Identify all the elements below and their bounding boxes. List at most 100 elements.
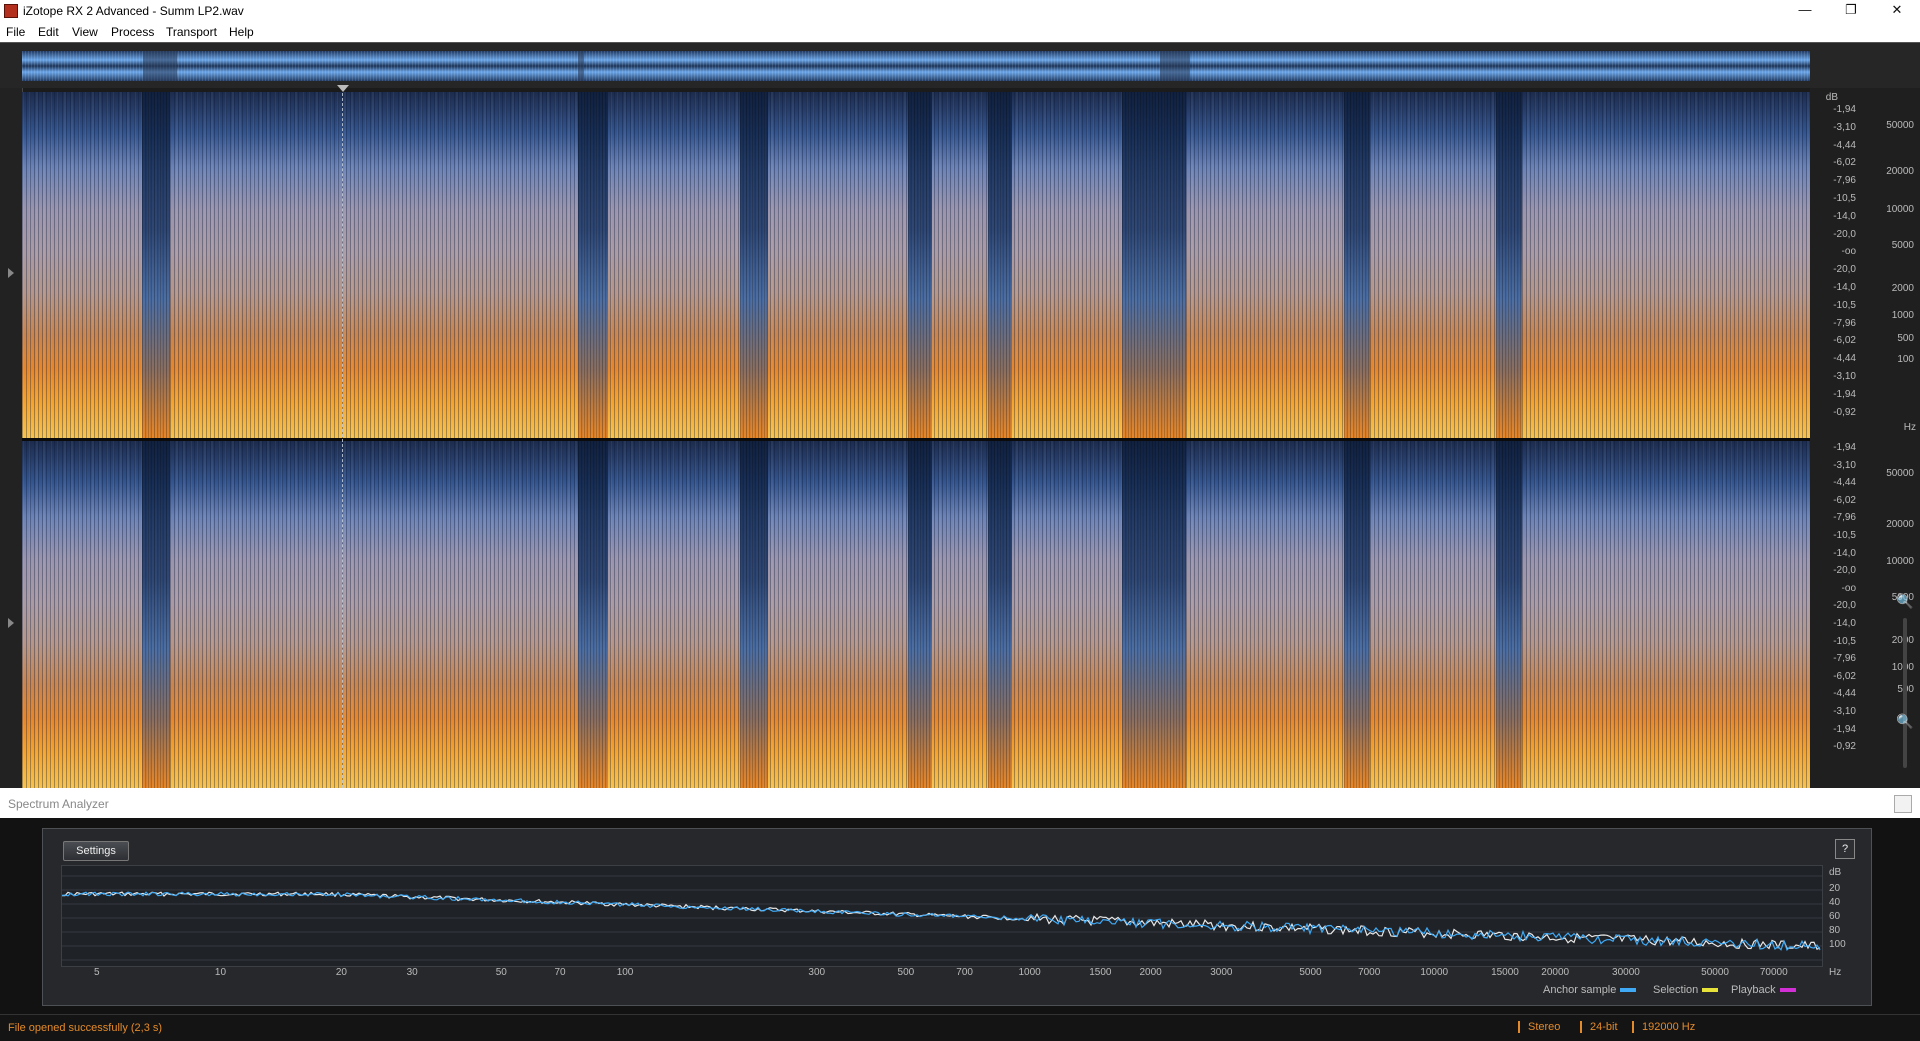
spectrum-analyzer-panel: Settings ? dB 20 40 60 80 100 5 10 20 30 50 70 100…	[42, 828, 1872, 1006]
close-button[interactable]: ✕	[1874, 0, 1920, 22]
status-channels: Stereo	[1518, 1021, 1560, 1033]
spectrum-hz-label: 5000	[1299, 967, 1322, 978]
legend-playback: Playback	[1731, 984, 1796, 996]
spectrum-hz-label: 10	[214, 967, 227, 978]
playhead-marker[interactable]	[337, 85, 349, 92]
db-label: -1,94	[1833, 442, 1856, 453]
fade-region	[142, 441, 170, 788]
spectrum-hz-label: 15000	[1491, 967, 1519, 978]
db-scale-right: -1,94 -3,10 -4,44 -6,02 -7,96 -10,5 -14,0 -20,0…	[1810, 440, 1862, 788]
fade-region	[988, 441, 1012, 788]
help-button[interactable]: ?	[1835, 839, 1855, 859]
frequency-zoom-slider[interactable]	[1903, 618, 1907, 768]
spectrum-hz-label: 7000	[1358, 967, 1381, 978]
channel-selector-bar[interactable]	[0, 88, 23, 788]
settings-button[interactable]: Settings	[63, 841, 129, 861]
fade-region	[142, 92, 170, 438]
spectrum-hz-label: 70	[554, 967, 566, 978]
spectrum-hz-label: 5	[93, 967, 100, 978]
menu-edit[interactable]: Edit	[38, 25, 59, 39]
spectrum-hz-label: 2000	[1139, 967, 1162, 978]
fade-region	[988, 92, 1012, 438]
spectrum-analyzer-title: Spectrum Analyzer	[8, 797, 109, 811]
spectrum-db-scale: dB 20 40 60 80 100	[1823, 865, 1863, 965]
spectrum-hz-label: 3000	[1210, 967, 1233, 978]
status-sample-rate: 192000 Hz	[1632, 1021, 1695, 1033]
spectrum-hz-label: 70000	[1759, 967, 1788, 978]
db-label: -1,94	[1833, 723, 1856, 735]
db-label: -3,10	[1833, 121, 1856, 133]
spectrum-hz-label: 50000	[1701, 967, 1729, 978]
hz-label: 20000	[1886, 166, 1914, 177]
channel-1-marker[interactable]	[8, 268, 14, 278]
fade-region	[578, 92, 608, 438]
fade-region	[1344, 441, 1370, 788]
legend-anchor-label: Anchor sample	[1543, 984, 1617, 996]
hz-label: 1000	[1891, 310, 1914, 321]
db-label: -4,44	[1833, 477, 1856, 489]
minimize-button[interactable]: —	[1782, 0, 1828, 22]
spectrum-hz-label: 10000	[1420, 967, 1449, 978]
spectrogram-channel-right[interactable]	[22, 441, 1810, 788]
spectrum-hz-label: 30	[406, 967, 418, 978]
menu-process[interactable]: Process	[111, 25, 154, 39]
fade-region	[740, 441, 768, 788]
hz-label: 20000	[1886, 519, 1914, 530]
db-label: -6,02	[1833, 335, 1856, 347]
menu-file[interactable]: File	[6, 25, 25, 39]
overview-waveform[interactable]	[22, 51, 1810, 81]
spectrum-hz-label: 500	[897, 967, 915, 978]
hz-scale-top: 50000 20000 10000 5000 2000 1000 500 100 Hz	[1862, 88, 1920, 440]
hz-label: 10000	[1886, 204, 1914, 215]
db-label: -7,96	[1833, 653, 1856, 665]
legend-anchor-swatch	[1620, 988, 1637, 993]
spectrogram-view[interactable]: dB -1,94 -3,10 -4,44 -6,02 -7,96 -10,5 -14,0 -2…	[0, 85, 1920, 788]
fade-region	[578, 441, 608, 788]
db-label: -1,94	[1833, 388, 1856, 400]
restore-button[interactable]: ❐	[1828, 0, 1874, 22]
fade-region	[1496, 441, 1522, 788]
waveform-overview[interactable]	[0, 42, 1920, 89]
fade-region	[908, 92, 932, 438]
menu-bar: File Edit View Process Transport Help	[0, 22, 1920, 42]
menu-view[interactable]: View	[72, 25, 98, 39]
overview-gap	[578, 51, 584, 81]
status-bit-depth: 24-bit	[1580, 1021, 1618, 1033]
hz-label: 5000	[1891, 240, 1914, 251]
db-label: -6,02	[1833, 670, 1856, 682]
menu-help[interactable]: Help	[229, 25, 254, 39]
spectrum-db-unit: dB	[1829, 867, 1842, 878]
overview-gap	[1160, 51, 1190, 81]
spectrum-curve-playback	[62, 891, 1821, 951]
spectrum-hz-label: 20	[335, 967, 347, 978]
spectrum-db-label: 100	[1829, 939, 1846, 950]
db-label: -3,10	[1833, 459, 1856, 471]
spectrum-db-label: 60	[1829, 911, 1841, 922]
hz-label: 50000	[1886, 120, 1914, 131]
db-label: -4,44	[1833, 353, 1856, 365]
db-label: -10,5	[1833, 299, 1856, 311]
db-label: -14,0	[1833, 618, 1856, 629]
db-label: -oo	[1841, 582, 1856, 594]
db-label: -0,92	[1833, 406, 1856, 418]
spectrum-legend: Anchor sample Selection Playback	[1543, 984, 1863, 998]
db-label: -14,0	[1833, 282, 1856, 293]
playhead-cursor[interactable]	[342, 88, 344, 788]
spectrum-curve-anchor	[62, 891, 1821, 952]
channel-2-marker[interactable]	[8, 618, 14, 628]
fade-region	[1496, 92, 1522, 438]
db-label: -6,02	[1833, 157, 1856, 169]
spectrum-plot[interactable]	[61, 865, 1823, 967]
spectrum-analyzer-header: Spectrum Analyzer	[0, 788, 1920, 818]
zoom-in-icon[interactable]: 🔍	[1896, 593, 1913, 610]
legend-anchor: Anchor sample	[1543, 984, 1637, 996]
spectrum-db-label: 40	[1829, 897, 1841, 908]
spectrogram-channel-left[interactable]	[22, 92, 1810, 438]
db-label: -10,5	[1833, 193, 1856, 204]
spectrum-hz-label: 30000	[1612, 967, 1640, 978]
menu-transport[interactable]: Transport	[166, 25, 217, 39]
zoom-out-icon[interactable]: 🔍	[1896, 713, 1913, 730]
db-label: -10,5	[1833, 530, 1856, 541]
spectrum-analyzer-close-button[interactable]	[1894, 795, 1912, 813]
db-label: -7,96	[1833, 175, 1856, 187]
